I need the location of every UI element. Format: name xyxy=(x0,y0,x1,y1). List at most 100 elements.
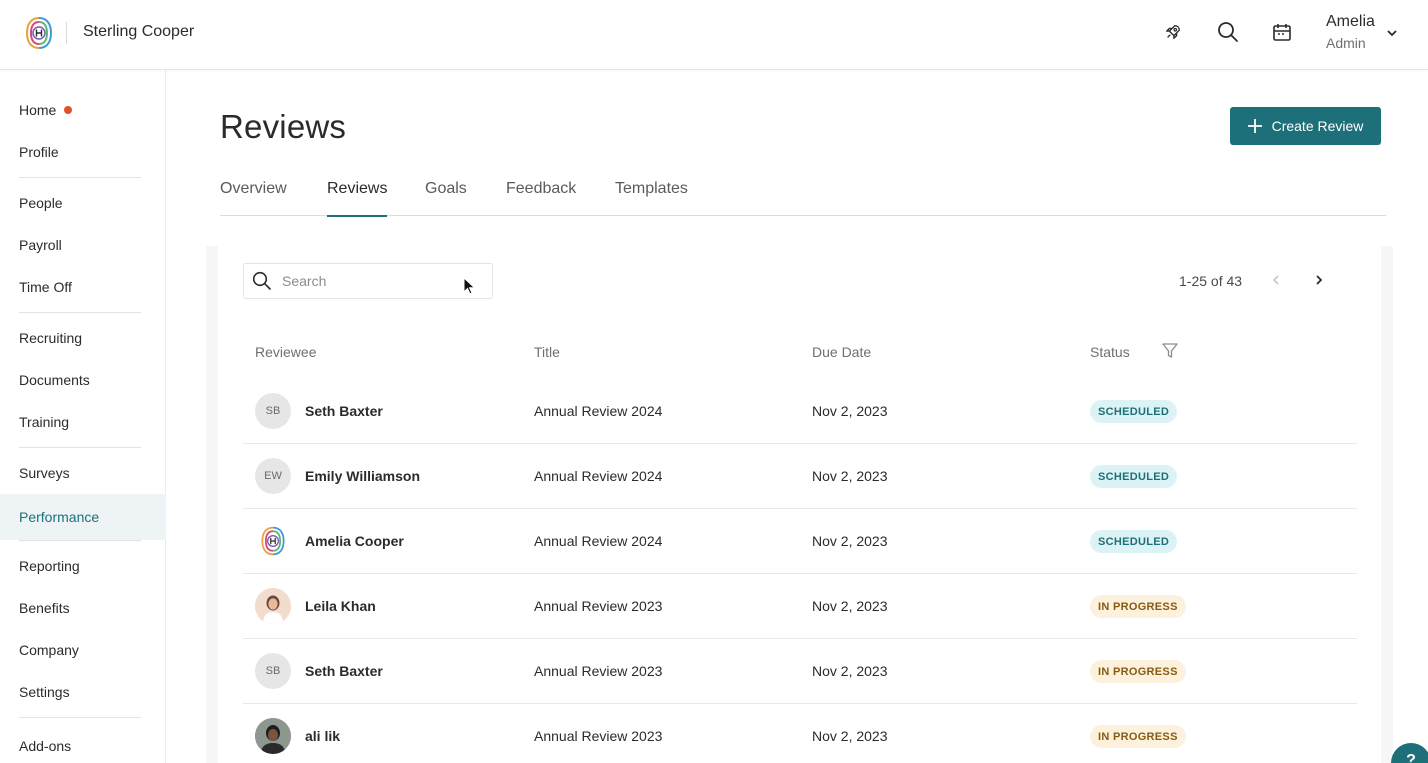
review-title: Annual Review 2024 xyxy=(534,468,663,484)
review-title: Annual Review 2023 xyxy=(534,728,663,744)
avatar xyxy=(255,523,291,559)
tab-overview[interactable]: Overview xyxy=(220,180,287,216)
help-button[interactable]: ? xyxy=(1391,743,1428,763)
rocket-icon[interactable] xyxy=(1160,19,1186,45)
table-row[interactable]: ali lik Annual Review 2023 Nov 2, 2023 I… xyxy=(243,704,1357,763)
sidebar-divider xyxy=(19,177,141,178)
due-date: Nov 2, 2023 xyxy=(812,468,888,484)
column-header-reviewee[interactable]: Reviewee xyxy=(255,344,316,360)
reviewee-name[interactable]: Emily Williamson xyxy=(305,468,420,484)
search-icon[interactable] xyxy=(1215,19,1241,45)
company-name: Sterling Cooper xyxy=(83,23,195,40)
table-row[interactable]: SB Seth Baxter Annual Review 2023 Nov 2,… xyxy=(243,639,1357,704)
column-header-status[interactable]: Status xyxy=(1090,344,1130,360)
due-date: Nov 2, 2023 xyxy=(812,663,888,679)
tab-label: Templates xyxy=(615,180,688,197)
due-date: Nov 2, 2023 xyxy=(812,403,888,419)
user-photo-icon xyxy=(255,718,291,754)
reviewee-name[interactable]: Leila Khan xyxy=(305,598,376,614)
status-badge: IN PROGRESS xyxy=(1090,725,1186,748)
sidebar-item-surveys[interactable]: Surveys xyxy=(0,454,166,492)
table-row[interactable]: Amelia Cooper Annual Review 2024 Nov 2, … xyxy=(243,509,1357,574)
status-badge: SCHEDULED xyxy=(1090,400,1178,423)
due-date: Nov 2, 2023 xyxy=(812,598,888,614)
sidebar-divider xyxy=(19,312,141,313)
sidebar-divider xyxy=(19,447,141,448)
review-title: Annual Review 2024 xyxy=(534,533,663,549)
status-badge: IN PROGRESS xyxy=(1090,595,1186,618)
sidebar-item-reporting[interactable]: Reporting xyxy=(0,547,166,585)
brand-divider xyxy=(66,22,67,44)
sidebar-item-label: People xyxy=(19,195,63,211)
sidebar-divider xyxy=(19,540,141,541)
due-date: Nov 2, 2023 xyxy=(812,728,888,744)
avatar: SB xyxy=(255,393,291,429)
avatar: EW xyxy=(255,458,291,494)
avatar xyxy=(255,588,291,624)
user-role: Admin xyxy=(1326,35,1366,51)
table-row[interactable]: Leila Khan Annual Review 2023 Nov 2, 202… xyxy=(243,574,1357,639)
table-row[interactable]: SB Seth Baxter Annual Review 2024 Nov 2,… xyxy=(243,379,1357,444)
reviewee-name[interactable]: Amelia Cooper xyxy=(305,533,404,549)
chevron-left-icon[interactable] xyxy=(1268,272,1284,288)
sidebar-item-label: Recruiting xyxy=(19,330,83,346)
sidebar-item-performance[interactable]: Performance xyxy=(0,494,166,540)
chevron-right-icon[interactable] xyxy=(1311,272,1327,288)
reviewee-name[interactable]: Seth Baxter xyxy=(305,663,383,679)
sidebar-item-label: Add-ons xyxy=(19,738,72,754)
sidebar-item-settings[interactable]: Settings xyxy=(0,673,166,711)
tab-feedback[interactable]: Feedback xyxy=(506,180,576,216)
status-badge: SCHEDULED xyxy=(1090,465,1178,488)
tab-reviews[interactable]: Reviews xyxy=(327,180,388,217)
review-title: Annual Review 2023 xyxy=(534,663,663,679)
user-name: Amelia xyxy=(1326,13,1375,30)
company-logo-icon[interactable] xyxy=(24,15,54,51)
plus-icon xyxy=(1247,119,1262,133)
sidebar-item-profile[interactable]: Profile xyxy=(0,133,166,171)
company-logo-icon xyxy=(261,526,285,556)
sidebar-item-people[interactable]: People xyxy=(0,184,166,222)
table-row[interactable]: EW Emily Williamson Annual Review 2024 N… xyxy=(243,444,1357,509)
sidebar-item-benefits[interactable]: Benefits xyxy=(0,589,166,627)
search-input[interactable] xyxy=(282,273,482,289)
chevron-down-icon[interactable] xyxy=(1384,25,1400,41)
sidebar-item-label: Settings xyxy=(19,684,70,700)
sidebar-item-label: Training xyxy=(19,414,70,430)
sidebar-item-label: Performance xyxy=(19,509,100,525)
sidebar-item-label: Time Off xyxy=(19,279,72,295)
review-title: Annual Review 2024 xyxy=(534,403,663,419)
avatar: SB xyxy=(255,653,291,689)
tab-label: Feedback xyxy=(506,180,577,197)
top-header: Sterling Cooper Amelia Admin xyxy=(0,0,1428,70)
search-icon xyxy=(252,271,271,290)
sidebar-item-company[interactable]: Company xyxy=(0,631,166,669)
sidebar-item-recruiting[interactable]: Recruiting xyxy=(0,319,166,357)
tab-goals[interactable]: Goals xyxy=(425,180,467,216)
mouse-cursor-icon xyxy=(463,277,476,295)
user-menu[interactable]: Amelia Admin xyxy=(1326,13,1375,51)
sidebar-item-label: Home xyxy=(19,102,57,118)
calendar-icon[interactable] xyxy=(1269,19,1295,45)
tab-bar: Overview Reviews Goals Feedback Template… xyxy=(220,178,1386,217)
sidebar-item-documents[interactable]: Documents xyxy=(0,361,166,399)
column-header-due-date[interactable]: Due Date xyxy=(812,344,871,360)
reviewee-name[interactable]: ali lik xyxy=(305,728,340,744)
sidebar-item-add-ons[interactable]: Add-ons xyxy=(0,724,166,754)
sidebar-item-training[interactable]: Training xyxy=(0,403,166,441)
column-header-title[interactable]: Title xyxy=(534,344,560,360)
sidebar-item-payroll[interactable]: Payroll xyxy=(0,226,166,264)
sidebar-divider xyxy=(19,717,141,718)
create-review-button[interactable]: Create Review xyxy=(1230,107,1381,145)
sidebar-item-home[interactable]: Home xyxy=(0,91,166,129)
page-title: Reviews xyxy=(220,108,347,145)
user-photo-icon xyxy=(255,588,291,624)
sidebar: Home Profile People Payroll Time Off Rec… xyxy=(0,70,166,763)
sidebar-item-label: Surveys xyxy=(19,465,70,481)
due-date: Nov 2, 2023 xyxy=(812,533,888,549)
reviewee-name[interactable]: Seth Baxter xyxy=(305,403,383,419)
filter-icon[interactable] xyxy=(1161,342,1179,360)
tab-templates[interactable]: Templates xyxy=(615,180,688,216)
create-review-label: Create Review xyxy=(1271,118,1364,134)
search-field[interactable] xyxy=(243,263,493,299)
sidebar-item-time-off[interactable]: Time Off xyxy=(0,268,166,306)
